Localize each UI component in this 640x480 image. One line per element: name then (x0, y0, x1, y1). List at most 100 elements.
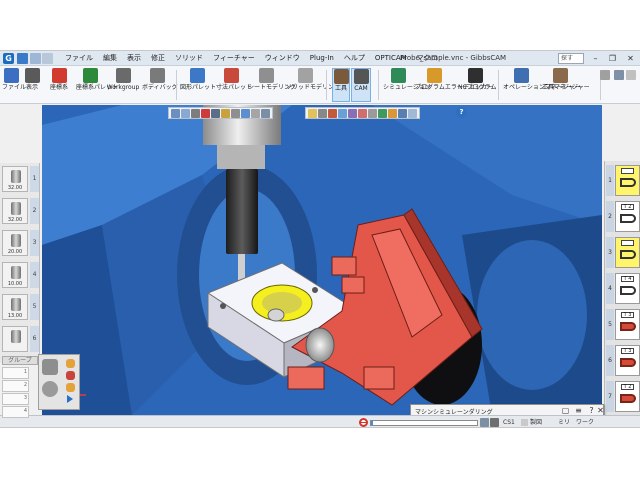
menu-item[interactable]: ファイル (60, 51, 98, 66)
tool-tile[interactable]: 10.00 (2, 262, 28, 288)
process-tile[interactable]: T 2 (615, 381, 640, 412)
tool-group-label[interactable]: グループ (2, 356, 38, 365)
render-grid-icon[interactable] (368, 109, 377, 118)
render-options-icon[interactable] (398, 109, 407, 118)
gibbscam-app-icon[interactable]: G (3, 53, 14, 64)
3d-viewport[interactable] (42, 105, 602, 415)
menu-item[interactable]: 修正 (146, 51, 170, 66)
dialog-close-icon[interactable]: ✕ (596, 406, 605, 415)
ribbon-button-operation-manager[interactable]: オペレーションマネージャー (503, 68, 581, 102)
tool-slot[interactable]: 2 (2, 380, 29, 392)
ribbon-collapse-icon[interactable] (626, 70, 636, 80)
ribbon-button-label: オペレーションマネージャー (503, 84, 581, 91)
view-gear-icon (24, 68, 40, 83)
menu-item[interactable]: 編集 (98, 51, 122, 66)
menu-item[interactable]: Plug-In (305, 51, 339, 66)
folder-icon[interactable] (66, 359, 75, 368)
process-tile[interactable] (615, 237, 640, 268)
render-color-icon[interactable] (358, 109, 367, 118)
process-tile[interactable] (615, 165, 640, 196)
delete-icon[interactable] (66, 371, 75, 380)
menu-item[interactable]: ソリッド (170, 51, 208, 66)
ribbon-button-error-checker[interactable]: プログラムエラーチェッカー (415, 68, 493, 102)
locator-pin (267, 308, 285, 322)
view-options-icon[interactable] (261, 109, 270, 118)
rotate-icon[interactable] (241, 109, 250, 118)
tool-slot[interactable]: 4 (2, 406, 29, 418)
process-tile[interactable]: T 2 (615, 201, 640, 232)
ribbon-button-dimension-palette[interactable]: 寸法パレット (216, 68, 252, 102)
render-light-icon[interactable] (348, 109, 357, 118)
ribbon-button-nc-program[interactable]: NCプログラム (458, 68, 497, 102)
tool-diameter: 13.00 (7, 313, 23, 319)
render-material-icon[interactable] (328, 109, 337, 118)
ribbon-button-label: NCプログラム (458, 84, 497, 91)
ribbon-button-view-gear[interactable]: 表示 (20, 68, 44, 102)
trash-icon[interactable] (490, 418, 499, 427)
ribbon-button-tool[interactable]: 工具 (332, 68, 350, 102)
search-input[interactable]: 探す (558, 53, 584, 64)
restore-button[interactable]: ❐ (604, 51, 621, 66)
menu-item[interactable]: ウィンドウ (260, 51, 305, 66)
tool-slot[interactable]: 3 (2, 393, 29, 405)
minimize-button[interactable]: – (587, 51, 604, 66)
tool-tile[interactable]: 20.00 (2, 230, 28, 256)
ribbon-button-body-bag[interactable]: ボディバッグ (142, 68, 178, 102)
ribbon-button-coordinate-palette[interactable]: 座標系パレット (76, 68, 118, 102)
render-transparency-icon[interactable] (338, 109, 347, 118)
ribbon-button-tool-manager[interactable]: 工具マネージャー (542, 68, 590, 102)
view-iso-icon[interactable] (191, 109, 200, 118)
ribbon-button-file[interactable]: ファイル (2, 68, 26, 102)
section-icon[interactable] (251, 109, 260, 118)
close-button[interactable]: ✕ (622, 51, 639, 66)
dialog-pin-icon[interactable]: ▢ (561, 406, 570, 415)
help-icon[interactable]: ? (456, 107, 467, 118)
tool-tile[interactable]: 32.00 (2, 198, 28, 224)
process-tile[interactable]: T 3 (615, 345, 640, 376)
bolt-hole (312, 287, 318, 293)
zoom-fit-icon[interactable] (221, 109, 230, 118)
ribbon-options-icon[interactable] (600, 70, 610, 80)
render-fixture-icon[interactable] (378, 109, 387, 118)
save-icon[interactable] (17, 53, 28, 64)
wireframe-icon[interactable] (211, 109, 220, 118)
process-tile[interactable]: T 3 (615, 309, 640, 340)
simulation-icon (390, 68, 406, 83)
ribbon-layout-icon[interactable] (614, 70, 624, 80)
tool-tile[interactable]: 13.00 (2, 294, 28, 320)
menu-item[interactable]: ヘルプ (339, 51, 370, 66)
render-stock-icon[interactable] (388, 109, 397, 118)
file-icon (3, 68, 19, 83)
checkmark-icon[interactable] (42, 359, 58, 375)
menu-item[interactable]: フィーチャー (208, 51, 260, 66)
tool-tile[interactable]: 32.00 (2, 166, 28, 192)
ribbon-button-simulation[interactable]: シミュレーション (383, 68, 431, 102)
dialog-menu-icon[interactable]: ≡ (574, 406, 583, 415)
rotate-operation-icon[interactable] (42, 381, 58, 397)
pan-icon[interactable] (231, 109, 240, 118)
render-solid-icon[interactable] (308, 109, 317, 118)
tool-slot[interactable]: 1 (2, 367, 29, 379)
render-edges-icon[interactable] (318, 109, 327, 118)
folder-open-icon[interactable] (66, 383, 75, 392)
ribbon-button-workgroup[interactable]: Workgroup (106, 68, 140, 102)
menu-item[interactable]: 表示 (122, 51, 146, 66)
tool-number: 2 (30, 198, 39, 224)
play-arrow-icon[interactable] (67, 395, 73, 403)
ribbon-button-label: シートモデリング (248, 84, 297, 91)
view-top-icon[interactable] (181, 109, 190, 118)
dialog-help-icon[interactable]: ? (587, 406, 596, 415)
shade-icon[interactable] (201, 109, 210, 118)
ribbon-button-sheet-modeling[interactable]: シートモデリング (248, 68, 297, 102)
view-front-icon[interactable] (171, 109, 180, 118)
hand-icon[interactable] (480, 418, 489, 427)
ribbon-button-coordinate-system[interactable]: 座標系 (46, 68, 72, 102)
redo-icon[interactable] (42, 53, 53, 64)
ribbon-button-cam[interactable]: CAM (351, 68, 371, 102)
render-more-icon[interactable] (408, 109, 417, 118)
process-tile[interactable]: T 4 (615, 273, 640, 304)
ribbon-button-geometry-palette[interactable]: 図形パレット (180, 68, 216, 102)
ribbon-button-solid-modeling[interactable]: ソリッドモデリング (286, 68, 340, 102)
tool-tile[interactable] (2, 326, 28, 352)
undo-icon[interactable] (30, 53, 41, 64)
